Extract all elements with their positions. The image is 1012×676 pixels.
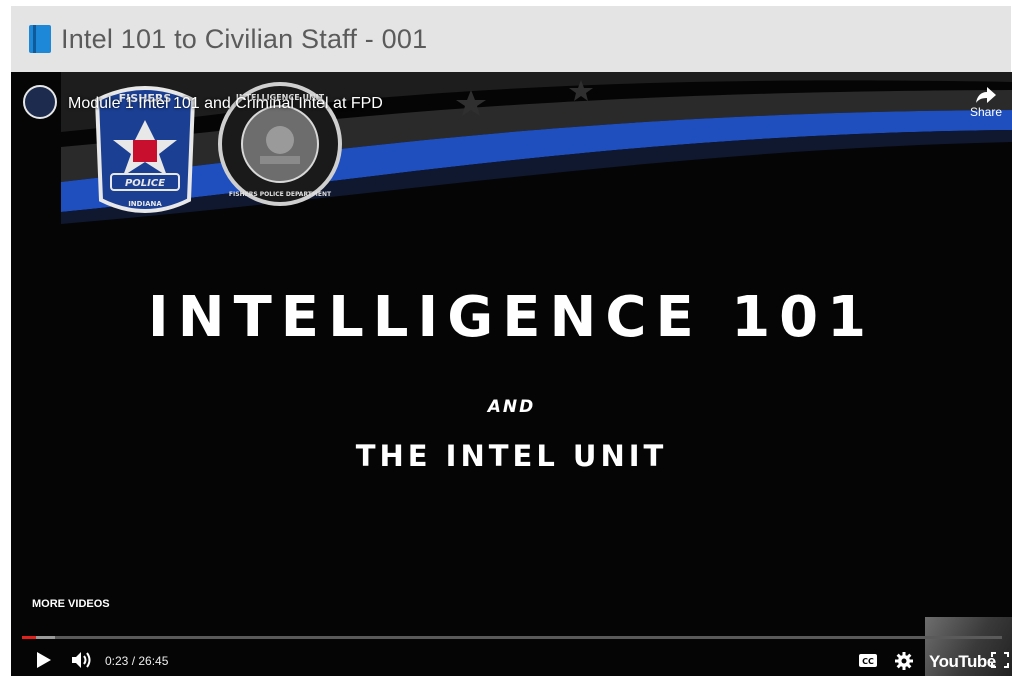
progress-bar[interactable] — [22, 636, 1002, 639]
seal-bottom-text: FISHERS POLICE DEPARTMENT — [229, 191, 332, 198]
share-label: Share — [969, 105, 1003, 119]
slide-and: AND — [487, 397, 536, 417]
fullscreen-icon[interactable] — [991, 652, 1009, 668]
share-icon — [976, 87, 996, 103]
slide-heading: INTELLIGENCE 101 — [147, 285, 876, 350]
badge-left-mid-text: POLICE — [125, 178, 165, 189]
video-title[interactable]: Module 1 Intel 101 and Criminal Intel at… — [68, 95, 383, 113]
slide-subheading: THE INTEL UNIT — [355, 439, 668, 473]
share-button[interactable]: Share — [966, 87, 1006, 119]
youtube-logo[interactable]: YouTube — [929, 652, 996, 672]
video-player[interactable]: FISHERS POLICE INDIANA INTELLIGENCE UNIT… — [11, 72, 1012, 676]
play-icon[interactable] — [36, 651, 52, 669]
badge-left-bottom-text: INDIANA — [128, 200, 162, 208]
volume-icon[interactable] — [71, 651, 93, 669]
page-header: Intel 101 to Civilian Staff - 001 — [11, 6, 1011, 72]
settings-icon[interactable] — [895, 652, 913, 670]
player-controls: 0:23 / 26:45 CC YouTube — [11, 642, 1012, 676]
cc-icon[interactable]: CC — [859, 654, 877, 667]
svg-text:CC: CC — [862, 657, 874, 666]
time-display: 0:23 / 26:45 — [105, 654, 169, 668]
channel-avatar[interactable] — [23, 85, 57, 119]
video-top-bar: Module 1 Intel 101 and Criminal Intel at… — [11, 72, 1012, 132]
more-videos-button[interactable]: MORE VIDEOS — [32, 598, 110, 610]
progress-played — [22, 636, 37, 639]
page-title: Intel 101 to Civilian Staff - 001 — [61, 23, 428, 54]
book-icon — [29, 25, 51, 53]
